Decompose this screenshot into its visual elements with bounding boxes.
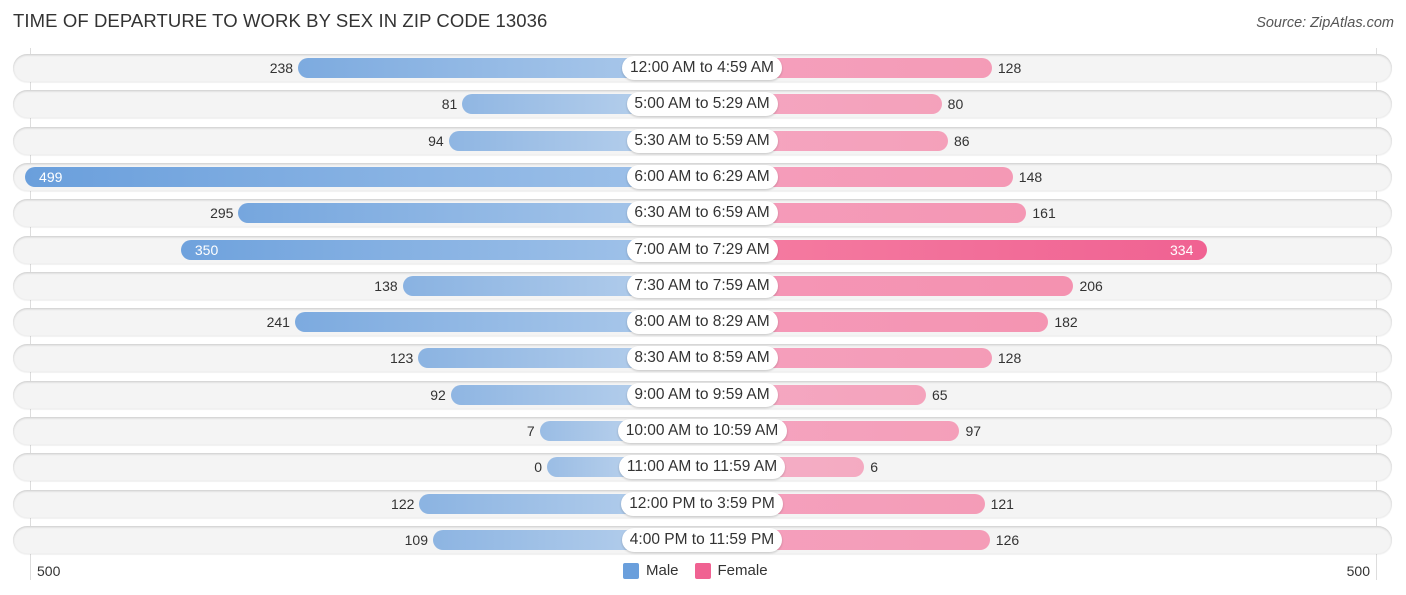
male-value-label: 122 <box>391 495 415 512</box>
legend-item-female: Female <box>694 562 768 579</box>
female-bar <box>765 384 926 405</box>
category-label: 9:00 AM to 9:59 AM <box>626 382 778 407</box>
female-value-label: 65 <box>931 386 948 403</box>
male-value-label: 350 <box>194 241 219 258</box>
female-bar <box>765 529 990 550</box>
source-label: Source: ZipAtlas.com <box>1256 15 1394 31</box>
male-value-label: 238 <box>269 60 294 76</box>
female-swatch-icon <box>694 562 711 579</box>
female-value-label: 182 <box>1054 314 1078 331</box>
female-value-label: 128 <box>997 60 1022 76</box>
female-value-label: 148 <box>1018 168 1043 185</box>
category-label: 11:00 AM to 11:59 AM <box>619 455 785 480</box>
female-bar <box>765 421 960 441</box>
legend-label-female: Female <box>717 562 768 579</box>
female-bar <box>765 203 1027 224</box>
male-bar <box>298 58 640 78</box>
female-bar <box>765 94 942 115</box>
female-bar <box>765 166 1013 187</box>
right-axis-tick: 500 <box>1346 563 1370 579</box>
male-bar <box>180 239 640 260</box>
female-value-label: 97 <box>965 423 982 439</box>
male-value-label: 138 <box>374 277 398 294</box>
category-label: 5:00 AM to 5:29 AM <box>626 92 778 117</box>
female-bar <box>765 239 1208 260</box>
left-axis-tick: 500 <box>37 563 61 579</box>
category-label: 8:00 AM to 8:29 AM <box>626 310 778 335</box>
male-value-label: 241 <box>266 314 290 331</box>
male-bar <box>294 312 640 333</box>
male-value-label: 94 <box>428 132 444 149</box>
female-value-label: 6 <box>870 459 879 476</box>
female-value-label: 80 <box>947 96 964 113</box>
female-bar <box>765 58 992 78</box>
male-bar <box>419 493 640 514</box>
female-value-label: 126 <box>995 531 1020 548</box>
male-bar <box>402 275 640 296</box>
category-label: 10:00 AM to 10:59 AM <box>617 419 787 443</box>
category-label: 6:00 AM to 6:29 AM <box>626 164 778 189</box>
category-label: 4:00 PM to 11:59 PM <box>622 527 782 552</box>
female-value-label: 334 <box>1170 241 1194 258</box>
male-value-label: 499 <box>39 168 63 185</box>
category-label: 6:30 AM to 6:59 AM <box>626 201 778 226</box>
male-value-label: 7 <box>526 423 535 439</box>
female-bar <box>765 348 992 369</box>
male-bar <box>25 166 640 187</box>
female-value-label: 86 <box>953 132 970 149</box>
male-value-label: 0 <box>534 459 542 476</box>
category-label: 7:00 AM to 7:29 AM <box>626 237 778 262</box>
female-value-label: 206 <box>1079 277 1103 294</box>
female-value-label: 128 <box>997 350 1022 367</box>
female-bar <box>765 130 948 151</box>
male-value-label: 295 <box>210 205 234 222</box>
male-bar <box>238 203 640 224</box>
female-bar <box>765 275 1074 296</box>
category-label: 5:30 AM to 5:59 AM <box>626 128 778 153</box>
category-label: 12:00 PM to 3:59 PM <box>621 491 783 516</box>
male-bar <box>432 529 640 550</box>
male-bar <box>418 348 640 369</box>
male-value-label: 92 <box>430 386 446 403</box>
male-bar <box>450 384 640 405</box>
legend: Male Female <box>623 562 784 579</box>
category-label: 7:30 AM to 7:59 AM <box>626 273 778 298</box>
legend-item-male: Male <box>623 562 679 579</box>
female-bar <box>765 312 1049 333</box>
legend-label-male: Male <box>646 562 679 579</box>
male-value-label: 123 <box>389 350 414 367</box>
male-bar <box>462 94 640 115</box>
category-label: 8:30 AM to 8:59 AM <box>626 346 778 371</box>
male-swatch-icon <box>623 562 639 579</box>
male-bar <box>448 130 640 151</box>
male-value-label: 109 <box>404 531 428 548</box>
female-value-label: 161 <box>1032 205 1056 222</box>
female-bar <box>765 493 985 514</box>
chart-title: TIME OF DEPARTURE TO WORK BY SEX IN ZIP … <box>13 10 548 31</box>
male-value-label: 81 <box>441 96 458 113</box>
female-value-label: 121 <box>990 495 1014 512</box>
category-label: 12:00 AM to 4:59 AM <box>622 56 782 80</box>
